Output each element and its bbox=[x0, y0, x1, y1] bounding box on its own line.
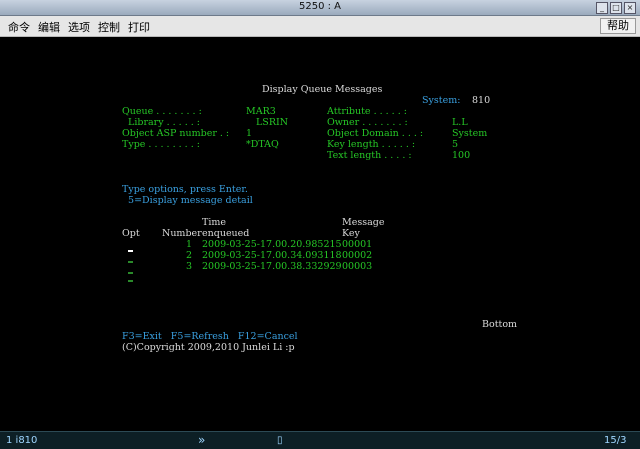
menu-options[interactable]: 选项 bbox=[68, 19, 90, 35]
owner-label: Owner . . . . . . . : bbox=[327, 117, 408, 128]
menu-control[interactable]: 控制 bbox=[98, 19, 120, 35]
domain-value: System bbox=[452, 128, 488, 139]
key-length-value: 5 bbox=[452, 139, 459, 150]
system-value: 810 bbox=[472, 95, 491, 106]
col-message-top: Message bbox=[342, 217, 385, 228]
menu-edit[interactable]: 编辑 bbox=[38, 19, 60, 35]
domain-label: Object Domain . . . : bbox=[327, 128, 424, 139]
status-cursor-position: 15/3 bbox=[604, 435, 627, 446]
row-1-key: 00001 bbox=[342, 239, 373, 250]
status-arrows-icon: » bbox=[198, 433, 206, 447]
col-number: Number bbox=[162, 228, 202, 239]
bottom-marker: Bottom bbox=[482, 319, 518, 330]
window-titlebar: 5250 : A _ □ × bbox=[0, 0, 640, 16]
row-2-opt-field[interactable] bbox=[128, 261, 133, 263]
row-2-time: 2009-03-25-17.00.34.093118 bbox=[202, 250, 342, 261]
row-4-opt-field[interactable] bbox=[128, 280, 133, 282]
row-2-key: 00002 bbox=[342, 250, 373, 261]
window-title: 5250 : A bbox=[298, 1, 342, 12]
menu-print[interactable]: 打印 bbox=[128, 19, 150, 35]
system-label: System: bbox=[422, 95, 461, 106]
row-2-number: 2 bbox=[186, 250, 193, 261]
asp-value: 1 bbox=[246, 128, 253, 139]
screen-heading: Display Queue Messages bbox=[262, 84, 383, 95]
owner-value: L.L bbox=[452, 117, 468, 128]
col-key: Key bbox=[342, 228, 360, 239]
row-1-opt-field[interactable] bbox=[128, 250, 133, 252]
col-enqueued: enqueued bbox=[202, 228, 250, 239]
options-instruction: Type options, press Enter. bbox=[122, 184, 248, 195]
maximize-icon[interactable]: □ bbox=[610, 2, 622, 14]
library-value: LSRIN bbox=[256, 117, 289, 128]
copyright-text: (C)Copyright 2009,2010 Junlei Li :p bbox=[122, 342, 295, 353]
row-3-key: 00003 bbox=[342, 261, 373, 272]
function-keys: F3=Exit F5=Refresh F12=Cancel bbox=[122, 331, 298, 342]
terminal-screen[interactable]: Display Queue Messages System: 810 Queue… bbox=[0, 37, 640, 431]
row-1-number: 1 bbox=[186, 239, 193, 250]
attribute-label: Attribute . . . . . : bbox=[327, 106, 407, 117]
type-value: *DTAQ bbox=[246, 139, 279, 150]
status-lock-icon: ▯ bbox=[277, 435, 283, 446]
text-length-label: Text length . . . . : bbox=[327, 150, 412, 161]
type-label: Type . . . . . . . . : bbox=[122, 139, 200, 150]
close-icon[interactable]: × bbox=[624, 2, 636, 14]
row-1-time: 2009-03-25-17.00.20.985215 bbox=[202, 239, 342, 250]
status-session: 1 i810 bbox=[6, 435, 38, 446]
row-3-time: 2009-03-25-17.00.38.332929 bbox=[202, 261, 342, 272]
col-opt: Opt bbox=[122, 228, 140, 239]
queue-label: Queue . . . . . . . : bbox=[122, 106, 202, 117]
row-3-opt-field[interactable] bbox=[128, 272, 133, 274]
queue-value: MAR3 bbox=[246, 106, 276, 117]
menu-bar: 命令 编辑 选项 控制 打印 帮助 bbox=[0, 16, 640, 37]
col-time-top: Time bbox=[202, 217, 227, 228]
library-label: Library . . . . . : bbox=[122, 117, 200, 128]
asp-label: Object ASP number . : bbox=[122, 128, 230, 139]
key-length-label: Key length . . . . . : bbox=[327, 139, 416, 150]
minimize-icon[interactable]: _ bbox=[596, 2, 608, 14]
menu-help[interactable]: 帮助 bbox=[600, 18, 636, 34]
status-bar: 1 i810 » ▯ 15/3 bbox=[0, 431, 640, 449]
menu-command[interactable]: 命令 bbox=[8, 19, 30, 35]
option-5-text: 5=Display message detail bbox=[122, 195, 253, 206]
text-length-value: 100 bbox=[452, 150, 471, 161]
row-3-number: 3 bbox=[186, 261, 193, 272]
